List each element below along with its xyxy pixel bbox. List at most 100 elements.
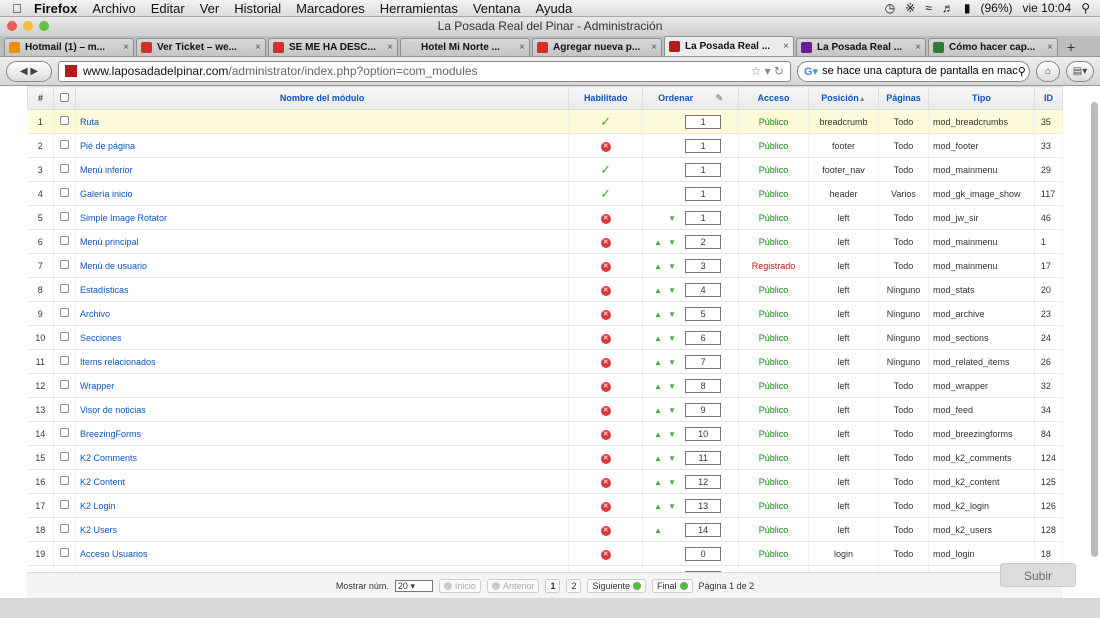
tab-close-icon[interactable]: × — [783, 41, 789, 52]
menu-ventana[interactable]: Ventana — [473, 1, 521, 16]
module-name-link[interactable]: Simple Image Rotator — [75, 205, 570, 230]
new-tab-icon[interactable]: + — [1060, 38, 1082, 56]
search-magnifier-icon[interactable]: ⚲ — [1018, 65, 1026, 78]
module-name-link[interactable]: Secciones — [75, 325, 570, 350]
disabled-x-icon[interactable]: ✕ — [600, 285, 611, 296]
module-name-link[interactable]: K2 Login — [75, 493, 570, 518]
menu-historial[interactable]: Historial — [234, 1, 281, 16]
module-name-link[interactable]: Wrapper — [75, 373, 570, 398]
row-checkbox[interactable] — [59, 404, 69, 413]
tab-close-icon[interactable]: × — [915, 42, 921, 53]
row-checkbox[interactable] — [59, 548, 69, 557]
access-link[interactable]: Público — [738, 445, 810, 470]
disabled-x-icon[interactable]: ✕ — [600, 357, 611, 368]
menu-marcadores[interactable]: Marcadores — [296, 1, 365, 16]
module-name-link[interactable]: K2 Comments — [75, 445, 570, 470]
row-checkbox[interactable] — [59, 356, 69, 365]
access-link[interactable]: Público — [738, 373, 810, 398]
menu-archivo[interactable]: Archivo — [92, 1, 135, 16]
access-link[interactable]: Público — [738, 277, 810, 302]
order-input[interactable]: 2 — [685, 234, 722, 249]
select-all-checkbox[interactable] — [59, 92, 69, 102]
order-input[interactable]: 0 — [685, 546, 722, 561]
forward-icon[interactable]: ▶ — [30, 66, 38, 77]
row-checkbox[interactable] — [59, 428, 69, 437]
module-name-link[interactable]: Acceso Usuarios — [75, 541, 570, 566]
module-name-link[interactable]: BreezingForms — [75, 421, 570, 446]
access-link[interactable]: Público — [738, 397, 810, 422]
module-name-link[interactable]: Menú principal — [75, 229, 570, 254]
access-link[interactable]: Público — [738, 109, 810, 134]
move-down-icon[interactable]: ▼ — [668, 430, 676, 439]
order-input[interactable]: 11 — [685, 450, 722, 465]
browser-tab[interactable]: La Posada Real ... × — [664, 36, 794, 56]
browser-tab[interactable]: Ver Ticket – we... × — [136, 38, 266, 56]
move-up-icon[interactable]: ▲ — [654, 310, 662, 319]
browser-tab[interactable]: Cómo hacer cap... × — [928, 38, 1058, 56]
order-input[interactable]: 7 — [685, 354, 722, 369]
disabled-x-icon[interactable]: ✕ — [600, 453, 611, 464]
show-count-select[interactable]: 20 ▾ — [394, 579, 433, 592]
tab-close-icon[interactable]: × — [255, 42, 261, 53]
disabled-x-icon[interactable]: ✕ — [600, 309, 611, 320]
move-down-icon[interactable]: ▼ — [668, 502, 676, 511]
battery-icon[interactable]: ▮ — [964, 1, 971, 15]
disabled-x-icon[interactable]: ✕ — [600, 405, 611, 416]
module-name-link[interactable]: Archivo — [75, 301, 570, 326]
row-checkbox[interactable] — [59, 188, 69, 197]
order-input[interactable]: 9 — [685, 402, 722, 417]
module-name-link[interactable]: Items relacionados — [75, 349, 570, 374]
move-down-icon[interactable]: ▼ — [668, 214, 676, 223]
move-up-icon[interactable]: ▲ — [654, 262, 662, 271]
module-name-link[interactable]: Pié de página — [75, 133, 570, 158]
order-input[interactable]: 5 — [685, 306, 722, 321]
access-link[interactable]: Público — [738, 517, 810, 542]
time-machine-icon[interactable]: ◷ — [885, 1, 895, 15]
row-checkbox[interactable] — [59, 380, 69, 389]
menu-ver[interactable]: Ver — [200, 1, 220, 16]
move-down-icon[interactable]: ▼ — [668, 358, 676, 367]
disabled-x-icon[interactable]: ✕ — [600, 333, 611, 344]
volume-icon[interactable]: ♬ — [942, 1, 954, 15]
row-checkbox[interactable] — [59, 260, 69, 269]
disabled-x-icon[interactable]: ✕ — [600, 501, 611, 512]
order-input[interactable]: 13 — [685, 498, 722, 513]
move-down-icon[interactable]: ▼ — [668, 262, 676, 271]
menu-app-name[interactable]: Firefox — [34, 1, 77, 16]
row-checkbox[interactable] — [59, 476, 69, 485]
move-down-icon[interactable]: ▼ — [668, 286, 676, 295]
move-up-icon[interactable]: ▲ — [654, 526, 662, 535]
module-name-link[interactable]: Galería inicio — [75, 181, 570, 206]
pagination-prev[interactable]: Anterior — [486, 578, 540, 593]
enabled-check-icon[interactable]: ✓ — [600, 162, 611, 177]
row-checkbox[interactable] — [59, 140, 69, 149]
col-enabled[interactable]: Habilitado — [568, 86, 644, 110]
module-name-link[interactable]: Ruta — [75, 109, 570, 134]
browser-tab[interactable]: Hotmail (1) – m... × — [4, 38, 134, 56]
order-input[interactable]: 14 — [685, 522, 722, 537]
module-name-link[interactable]: Menú inferior — [75, 157, 570, 182]
access-link[interactable]: Público — [738, 541, 810, 566]
module-name-link[interactable]: Estadísticas — [75, 277, 570, 302]
disabled-x-icon[interactable]: ✕ — [600, 477, 611, 488]
access-link[interactable]: Público — [738, 493, 810, 518]
order-input[interactable]: 1 — [685, 162, 722, 177]
access-link[interactable]: Público — [738, 349, 810, 374]
col-position[interactable]: Posición▲ — [808, 86, 879, 110]
access-link[interactable]: Público — [738, 157, 810, 182]
row-checkbox[interactable] — [59, 164, 69, 173]
close-window-icon[interactable] — [7, 21, 17, 31]
tab-close-icon[interactable]: × — [1047, 42, 1053, 53]
minimize-window-icon[interactable] — [23, 21, 33, 31]
row-checkbox[interactable] — [59, 116, 69, 125]
menu-herramientas[interactable]: Herramientas — [380, 1, 458, 16]
wifi-icon[interactable]: ≈ — [925, 1, 932, 15]
move-up-icon[interactable]: ▲ — [654, 238, 662, 247]
access-link[interactable]: Público — [738, 325, 810, 350]
tab-close-icon[interactable]: × — [123, 42, 129, 53]
menu-button[interactable]: ▤▾ — [1066, 60, 1094, 82]
disabled-x-icon[interactable]: ✕ — [600, 261, 611, 272]
row-checkbox[interactable] — [59, 332, 69, 341]
move-up-icon[interactable]: ▲ — [654, 334, 662, 343]
row-checkbox[interactable] — [59, 212, 69, 221]
